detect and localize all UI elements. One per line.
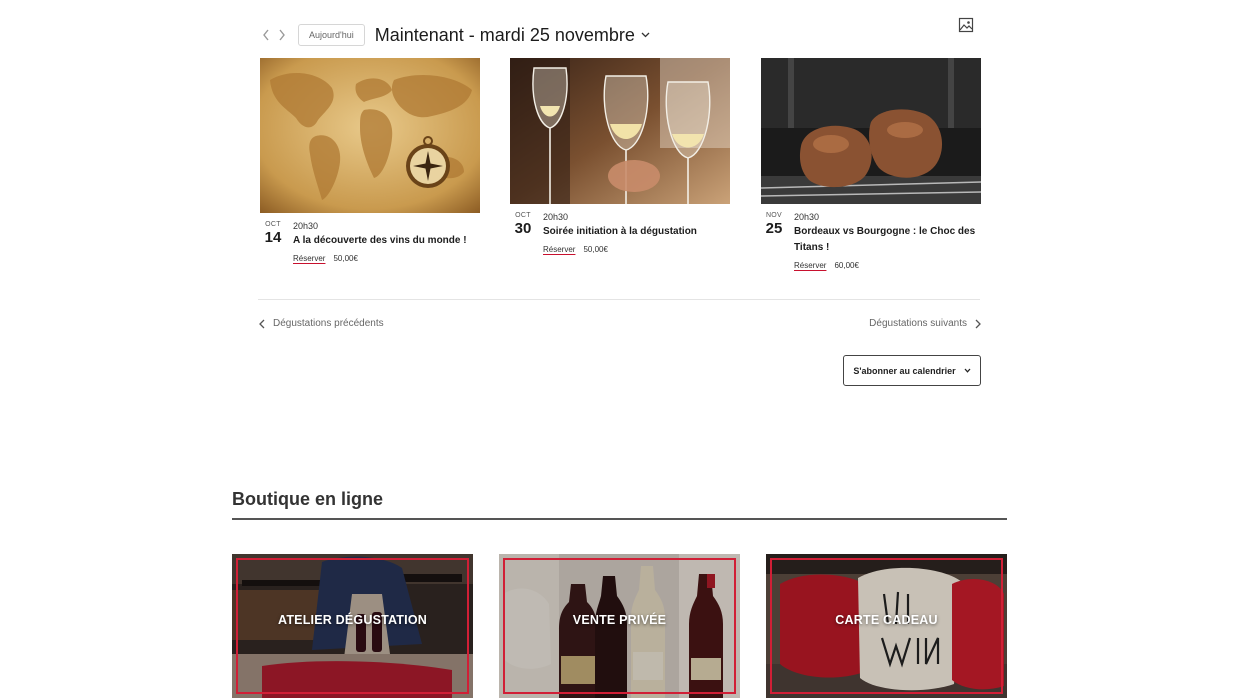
event-image-wine-glasses[interactable]	[510, 58, 730, 204]
event-day: 30	[514, 220, 532, 237]
shop-tile-carte-cadeau[interactable]: CARTE CADEAU	[766, 554, 1007, 698]
section-title: Boutique en ligne	[232, 489, 383, 509]
calendar-toolbar: Aujourd'hui Maintenant - mardi 25 novemb…	[258, 17, 980, 48]
event-image-world-map[interactable]	[260, 58, 480, 213]
tile-label: VENTE PRIVÉE	[572, 613, 667, 627]
event-date: NOV 25	[761, 212, 787, 237]
event-price: 50,00€	[333, 254, 358, 263]
previous-events-label: Dégustations précédents	[273, 318, 384, 329]
shop-tile-vente-privee[interactable]: VENTE PRIVÉE	[499, 554, 740, 698]
chevron-down-icon	[641, 32, 650, 38]
chevron-right-icon	[975, 319, 981, 328]
book-link[interactable]: Réserver	[293, 254, 325, 263]
event-date: OCT 14	[260, 221, 286, 246]
event-title-link[interactable]: A la découverte des vins du monde !	[293, 233, 479, 249]
book-link[interactable]: Réserver	[794, 261, 826, 270]
subscribe-calendar-button[interactable]: S'abonner au calendrier	[843, 355, 981, 386]
divider	[258, 299, 980, 300]
event-price-row: Réserver 60,00€	[794, 261, 980, 270]
shop-tile-atelier[interactable]: ATELIER DÉGUSTATION	[232, 554, 473, 698]
event-month: OCT	[265, 221, 281, 228]
event-time: 20h30	[293, 221, 319, 231]
chevron-right-icon[interactable]	[274, 25, 290, 45]
today-button[interactable]: Aujourd'hui	[298, 24, 365, 46]
book-link[interactable]: Réserver	[543, 245, 575, 254]
event-price: 60,00€	[834, 261, 859, 270]
tile-label: CARTE CADEAU	[835, 613, 938, 627]
event-price-row: Réserver 50,00€	[293, 254, 479, 263]
event-body: 20h30 Bordeaux vs Bourgogne : le Choc de…	[794, 212, 980, 270]
event-date: OCT 30	[510, 212, 536, 237]
date-range-title: Maintenant - mardi 25 novembre	[374, 24, 635, 45]
event-day: 25	[765, 220, 783, 237]
subscribe-calendar-label: S'abonner au calendrier	[853, 365, 956, 376]
event-title-link[interactable]: Bordeaux vs Bourgogne : le Choc des Tita…	[794, 224, 980, 256]
event-body: 20h30 Soirée initiation à la dégustation…	[543, 212, 729, 254]
event-time: 20h30	[543, 212, 569, 222]
event-month: OCT	[515, 212, 531, 219]
previous-events-link[interactable]: Dégustations précédents	[259, 318, 384, 329]
event-image-boxing-gloves[interactable]	[761, 58, 981, 204]
tile-label: ATELIER DÉGUSTATION	[278, 613, 427, 627]
next-events-label: Dégustations suivants	[869, 318, 967, 329]
event-price-row: Réserver 50,00€	[543, 245, 729, 254]
chevron-left-icon	[259, 319, 265, 328]
chevron-left-icon[interactable]	[258, 25, 274, 45]
section-underline	[232, 518, 1007, 520]
event-day: 14	[264, 229, 282, 246]
event-price: 50,00€	[583, 245, 608, 254]
next-events-link[interactable]: Dégustations suivants	[869, 318, 981, 329]
image-view-icon[interactable]	[958, 17, 974, 33]
chevron-down-icon	[964, 368, 971, 373]
event-title-link[interactable]: Soirée initiation à la dégustation	[543, 224, 729, 240]
event-body: 20h30 A la découverte des vins du monde …	[293, 221, 479, 263]
event-time: 20h30	[794, 212, 820, 222]
date-range-selector[interactable]: Maintenant - mardi 25 novembre	[375, 25, 650, 46]
event-month: NOV	[765, 212, 783, 219]
